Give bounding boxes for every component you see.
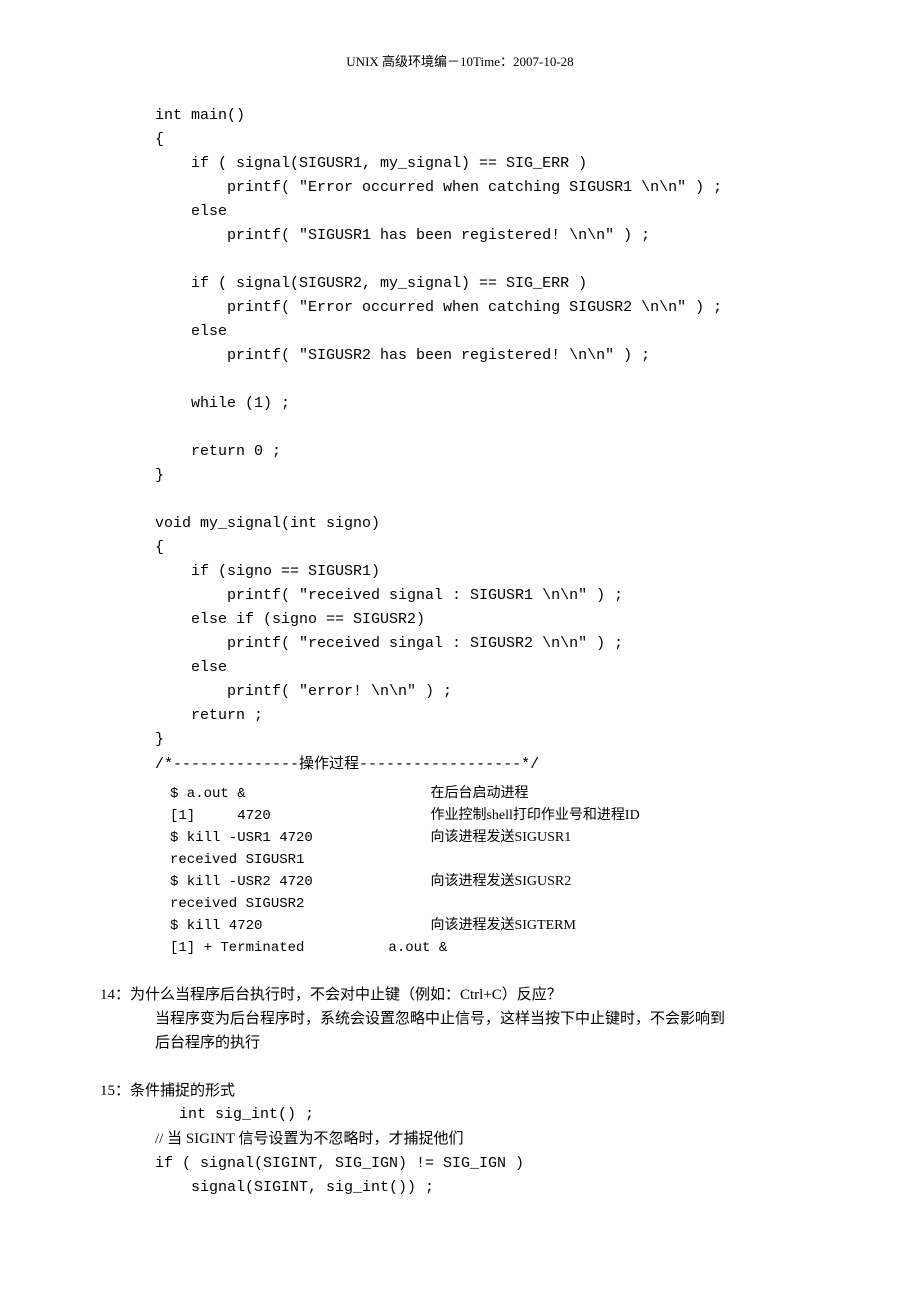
term-r3l: $ kill -USR1 4720 bbox=[170, 830, 313, 846]
terminal-session: $ a.out & 在后台启动进程 [1] 4720 作业控制shell打印作业… bbox=[170, 783, 820, 959]
q15-text: 15：条件捕捉的形式 bbox=[100, 1079, 820, 1103]
term-r7l: $ kill 4720 bbox=[170, 918, 262, 934]
qa-14: 14：为什么当程序后台执行时，不会对中止键（例如：Ctrl+C）反应？ 当程序变… bbox=[100, 983, 820, 1055]
term-r3r: 向该进程发送SIGUSR1 bbox=[430, 830, 571, 845]
term-r1r: 在后台启动进程 bbox=[430, 786, 528, 801]
term-r5r: 向该进程发送SIGUSR2 bbox=[430, 874, 571, 889]
code-15b: // 当 SIGINT 信号设置为不忽略时，才捕捉他们 bbox=[155, 1127, 820, 1152]
term-r1l: $ a.out & bbox=[170, 786, 246, 802]
sep-post: ------------------*/ bbox=[359, 756, 539, 773]
term-r4l: received SIGUSR1 bbox=[170, 852, 304, 868]
term-r2r: 作业控制shell打印作业号和进程ID bbox=[430, 808, 639, 823]
term-r8l: [1] + Terminated a.out & bbox=[170, 940, 447, 956]
code-15b-text: // 当 SIGINT 信号设置为不忽略时，才捕捉他们 bbox=[155, 1131, 463, 1147]
separator-line: /*--------------操作过程------------------*/ bbox=[155, 752, 820, 777]
term-r7r: 向该进程发送SIGTERM bbox=[430, 918, 575, 933]
page-header: UNIX 高级环境编－10Time：2007-10-28 bbox=[100, 50, 820, 74]
q14-text: 14：为什么当程序后台执行时，不会对中止键（例如：Ctrl+C）反应？ bbox=[100, 983, 820, 1007]
term-r6l: received SIGUSR2 bbox=[170, 896, 304, 912]
a14-line2: 后台程序的执行 bbox=[155, 1031, 820, 1055]
sep-text: 操作过程 bbox=[299, 756, 359, 772]
document-page: UNIX 高级环境编－10Time：2007-10-28 int main() … bbox=[0, 0, 920, 1260]
qa-15: 15：条件捕捉的形式 int sig_int() ; // 当 SIGINT 信… bbox=[100, 1079, 820, 1200]
code-15c: if ( signal(SIGINT, SIG_IGN) != SIG_IGN … bbox=[155, 1152, 820, 1200]
a14-line1: 当程序变为后台程序时，系统会设置忽略中止信号，这样当按下中止键时，不会影响到 bbox=[155, 1007, 820, 1031]
code-15a: int sig_int() ; bbox=[170, 1103, 820, 1127]
term-r2l: [1] 4720 bbox=[170, 808, 271, 824]
sep-pre: /*-------------- bbox=[155, 756, 299, 773]
code-block-main: int main() { if ( signal(SIGUSR1, my_sig… bbox=[155, 104, 820, 752]
term-r5l: $ kill -USR2 4720 bbox=[170, 874, 313, 890]
